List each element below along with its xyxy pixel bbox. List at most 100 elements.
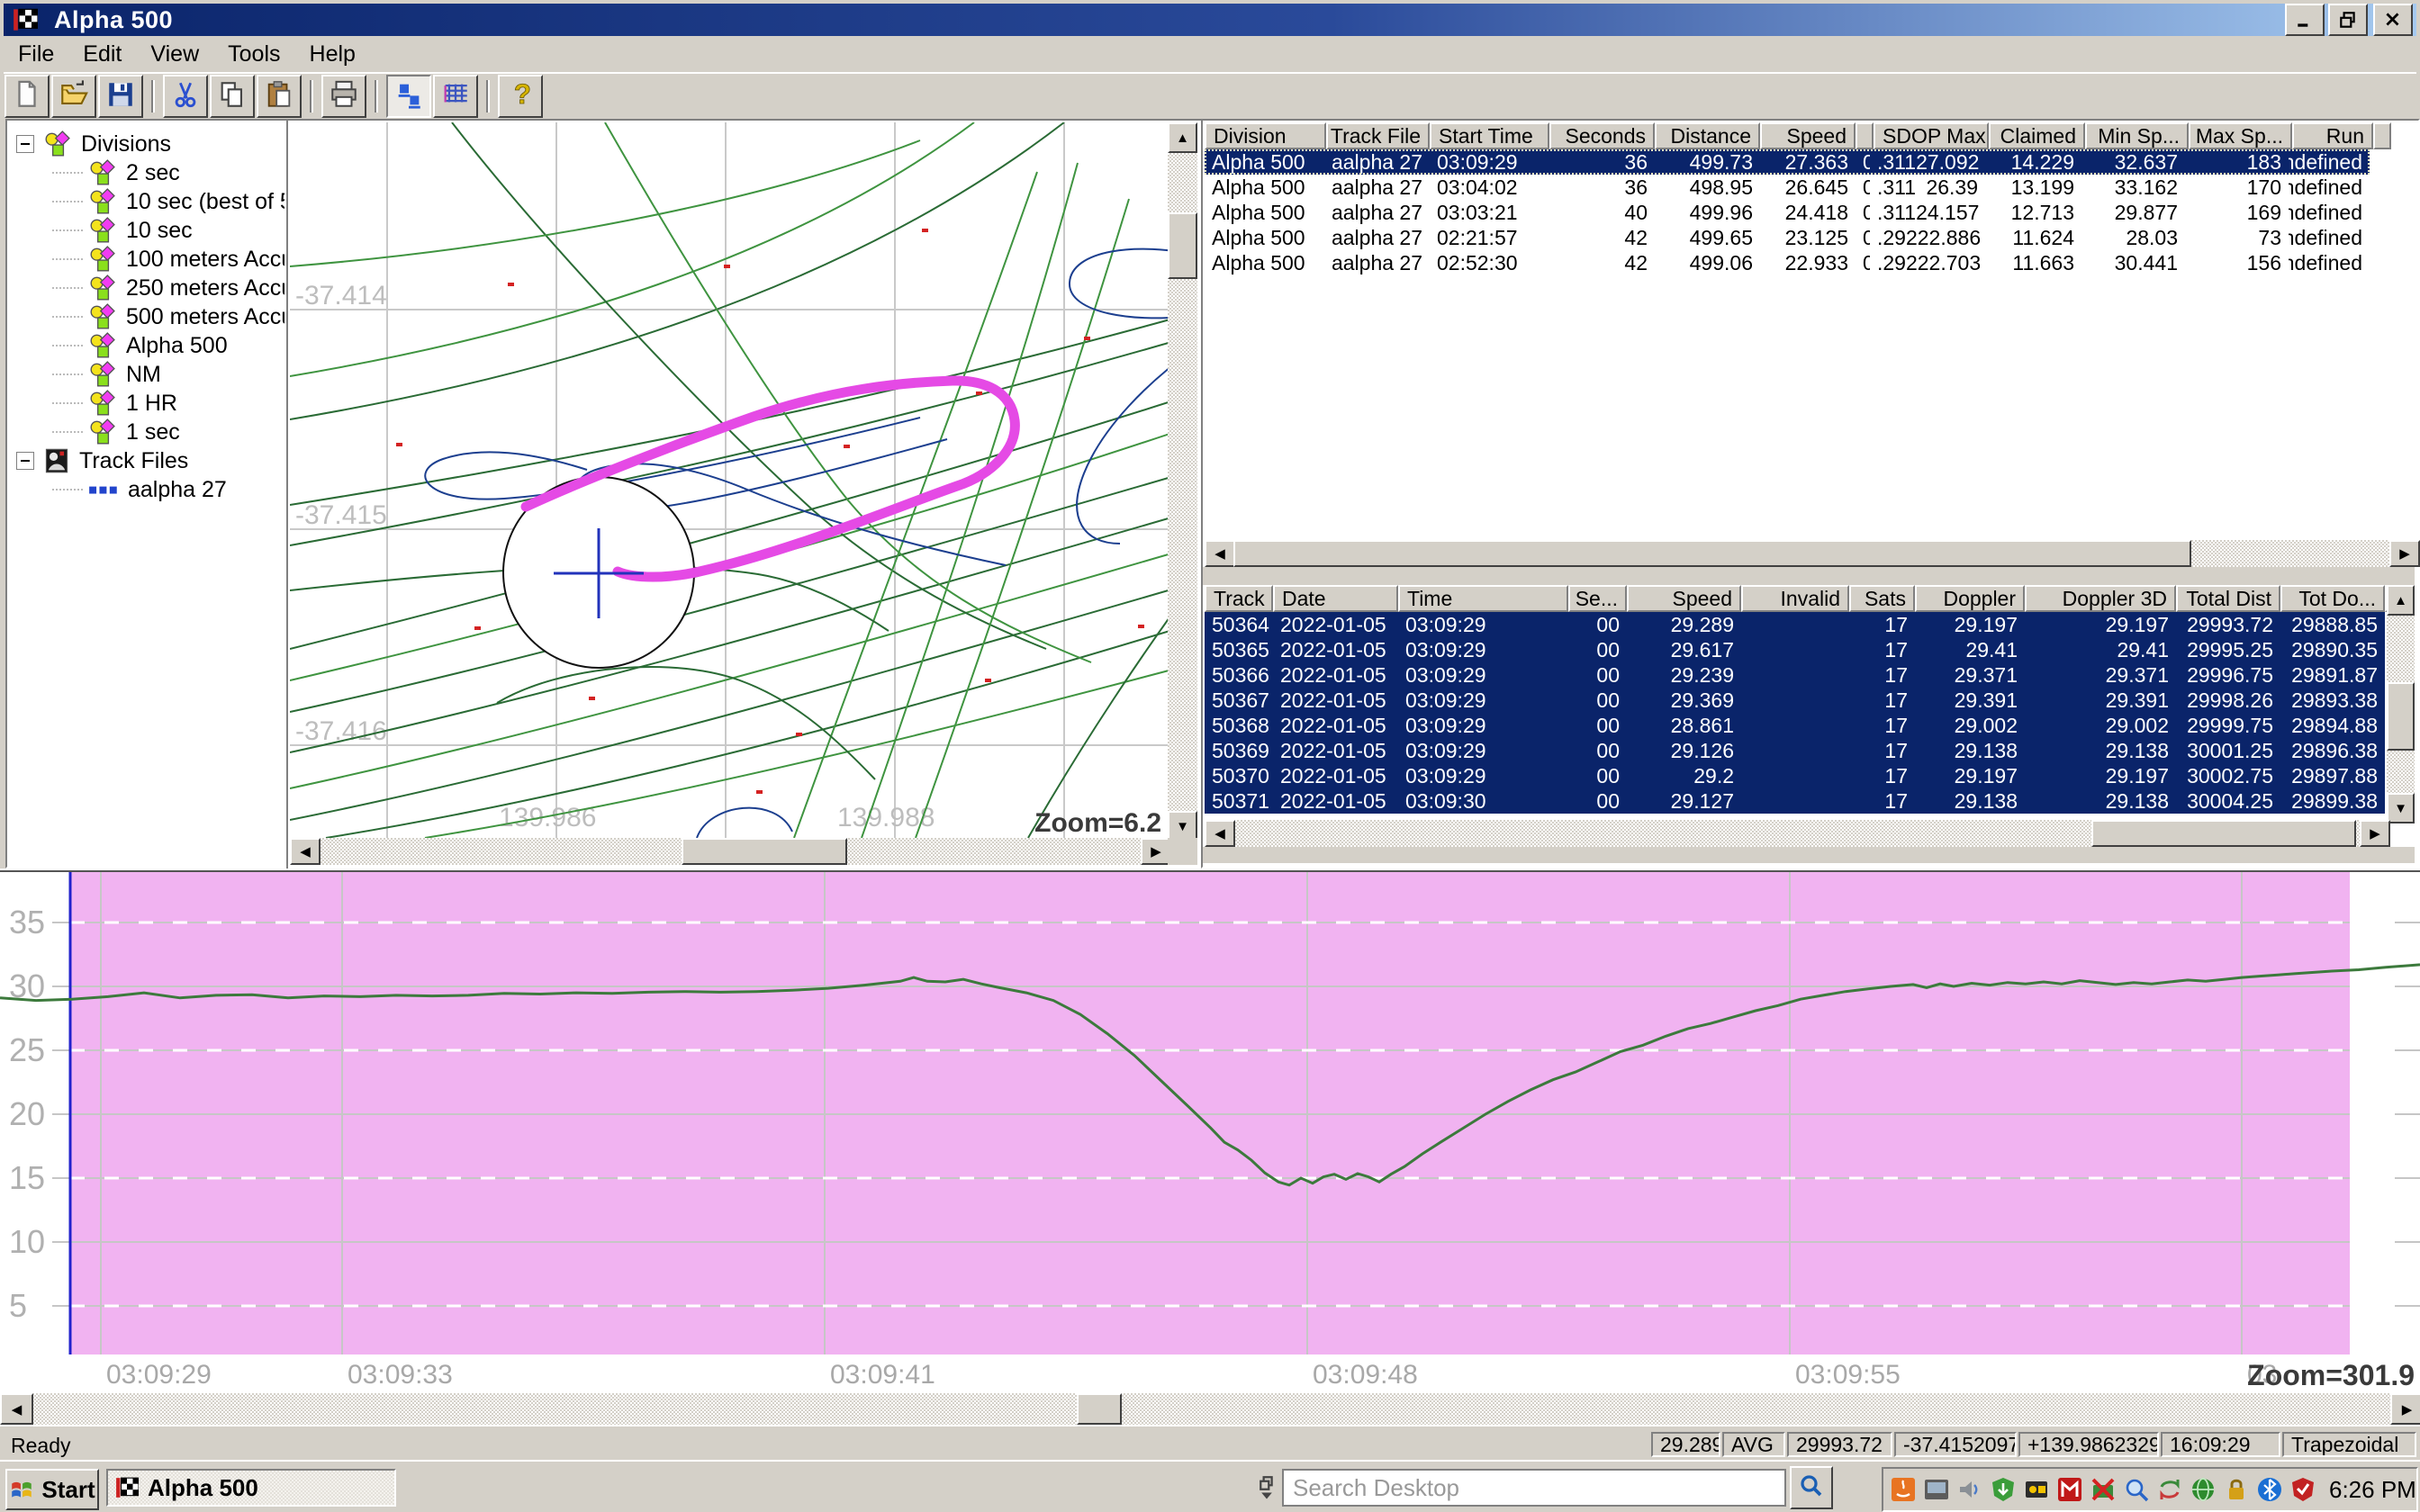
taskbar-task-alpha500[interactable]: Alpha 500	[106, 1469, 396, 1507]
tree-item-1-sec[interactable]: 1 sec	[52, 418, 180, 446]
scroll-left-button[interactable]: ◀	[0, 1393, 33, 1425]
new-button[interactable]	[5, 75, 50, 118]
column-header[interactable]: Total Dist	[2176, 585, 2280, 612]
column-header[interactable]: Time	[1398, 585, 1568, 612]
scroll-right-button[interactable]: ▶	[1141, 838, 1171, 865]
table-row[interactable]: Alpha 500aalpha 2703:03:2140499.9624.418…	[1205, 200, 2370, 225]
column-header[interactable]: Seconds	[1549, 122, 1655, 149]
scroll-right-button[interactable]: ▶	[2360, 820, 2390, 847]
column-header[interactable]: Doppler 3D	[2025, 585, 2176, 612]
network-globe-icon[interactable]	[2190, 1476, 2217, 1503]
column-header[interactable]: Sats	[1849, 585, 1915, 612]
scroll-up-button[interactable]: ▲	[1168, 122, 1197, 153]
scroll-left-button[interactable]: ◀	[1205, 820, 1235, 847]
open-button[interactable]	[51, 75, 96, 118]
column-header[interactable]: Distance	[1655, 122, 1760, 149]
column-header[interactable]: Min Sp...	[2085, 122, 2189, 149]
tree-item-1-hr[interactable]: 1 HR	[52, 389, 177, 418]
vm-icon[interactable]	[1923, 1476, 1950, 1503]
java-icon[interactable]	[1890, 1476, 1917, 1503]
column-header[interactable]: Invalid	[1741, 585, 1849, 612]
column-header[interactable]	[1856, 122, 1874, 149]
tree-item-aalpha-27[interactable]: aalpha 27	[52, 475, 227, 504]
tree-item-10-sec-best-of-5-[interactable]: 10 sec (best of 5)	[52, 187, 284, 216]
tree-item-10-sec[interactable]: 10 sec	[52, 216, 193, 245]
volume-icon[interactable]	[1956, 1476, 1983, 1503]
column-header[interactable]: Track File	[1326, 122, 1430, 149]
start-button[interactable]: Start	[5, 1469, 99, 1510]
magnifier-icon[interactable]	[2123, 1476, 2150, 1503]
menu-view[interactable]: View	[136, 38, 213, 71]
track-map-canvas[interactable]: -37.414-37.415-37.416139.986139.988Zoom=…	[290, 122, 1168, 838]
column-header[interactable]: Max Sp...	[2189, 122, 2292, 149]
scroll-down-button[interactable]: ▼	[2387, 793, 2415, 824]
panel-splitter[interactable]	[1203, 567, 2415, 585]
security-shield-icon[interactable]	[2289, 1476, 2316, 1503]
table-row[interactable]: 503672022-01-0503:09:290029.3691729.3912…	[1205, 688, 2385, 713]
scrollbar-thumb[interactable]	[682, 838, 847, 865]
deskband-handle-icon[interactable]	[1259, 1475, 1275, 1500]
save-button[interactable]	[98, 75, 143, 118]
lock-icon[interactable]	[2223, 1476, 2250, 1503]
points-vertical-scrollbar[interactable]: ▲ ▼	[2387, 585, 2415, 820]
table-row[interactable]: Alpha 500aalpha 2703:04:0236498.9526.645…	[1205, 175, 2370, 200]
table-row[interactable]: 503642022-01-0503:09:290029.2891729.1972…	[1205, 612, 2385, 637]
copy-button[interactable]	[210, 75, 255, 118]
column-header[interactable]: Doppler	[1915, 585, 2025, 612]
scrollbar-thumb[interactable]	[1077, 1393, 1122, 1425]
column-header[interactable]: Speed	[1627, 585, 1741, 612]
speed-graph-canvas[interactable]: 353025201510503:09:2903:09:3303:09:4103:…	[0, 868, 2420, 1393]
map-horizontal-scrollbar[interactable]: ◀ ▶	[290, 838, 1168, 865]
menu-tools[interactable]: Tools	[213, 38, 294, 71]
minimize-button[interactable]	[2285, 4, 2325, 36]
points-toggle-button[interactable]	[386, 75, 431, 118]
column-header[interactable]: Date	[1273, 585, 1398, 612]
bluetooth-icon[interactable]	[2256, 1476, 2283, 1503]
table-row[interactable]: 503692022-01-0503:09:290029.1261729.1382…	[1205, 738, 2385, 763]
column-header[interactable]: Se...	[1568, 585, 1627, 612]
tree-root-divisions[interactable]: Divisions	[16, 130, 171, 158]
search-button[interactable]	[1790, 1466, 1833, 1509]
help-button[interactable]: ?	[498, 75, 543, 118]
restore-button[interactable]	[2328, 4, 2368, 36]
scrollbar-thumb[interactable]	[1233, 540, 2191, 567]
tree-item-250-meters-accum[interactable]: 250 meters Accum	[52, 274, 284, 302]
column-header[interactable]: Start Time	[1430, 122, 1549, 149]
tree-item-100-meters-accum[interactable]: 100 meters Accum	[52, 245, 284, 274]
scroll-up-button[interactable]: ▲	[2387, 585, 2415, 616]
column-header[interactable]: Tot Do...	[2280, 585, 2385, 612]
tree-root-track-files[interactable]: Track Files	[16, 446, 188, 475]
column-header[interactable]: SDOP Max	[1874, 122, 1989, 149]
automation-icon[interactable]	[2023, 1476, 2050, 1503]
points-horizontal-scrollbar[interactable]: ◀ ▶	[1205, 820, 2387, 847]
column-header[interactable]: Speed	[1760, 122, 1856, 149]
scroll-right-button[interactable]: ▶	[2390, 1393, 2420, 1425]
collapse-icon[interactable]	[16, 135, 34, 153]
scroll-left-button[interactable]: ◀	[1205, 540, 1235, 567]
scrollbar-thumb[interactable]	[1168, 212, 1197, 279]
column-header[interactable]: Run	[2292, 122, 2373, 149]
table-row[interactable]: 503682022-01-0503:09:290028.8611729.0022…	[1205, 713, 2385, 738]
table-row[interactable]: Alpha 500aalpha 2702:21:5742499.6523.125…	[1205, 225, 2370, 250]
graph-horizontal-scrollbar[interactable]: ◀ ▶	[0, 1393, 2420, 1425]
tree-item-nm[interactable]: NM	[52, 360, 161, 389]
column-header[interactable]: Division	[1205, 122, 1326, 149]
update-shield-icon[interactable]	[1990, 1476, 2017, 1503]
collapse-icon[interactable]	[16, 452, 34, 470]
tree-item-2-sec[interactable]: 2 sec	[52, 158, 180, 187]
print-button[interactable]	[321, 75, 366, 118]
scrollbar-thumb[interactable]	[2387, 682, 2415, 751]
scroll-right-button[interactable]: ▶	[2389, 540, 2420, 567]
scroll-left-button[interactable]: ◀	[290, 838, 321, 865]
grid-view-button[interactable]	[433, 75, 478, 118]
tree-item-500-meters-accum[interactable]: 500 meters Accum	[52, 302, 284, 331]
speed-graph-panel[interactable]: 353025201510503:09:2903:09:3303:09:4103:…	[0, 868, 2420, 1393]
close-button[interactable]	[2373, 4, 2413, 36]
table-row[interactable]: 503652022-01-0503:09:290029.6171729.4129…	[1205, 637, 2385, 662]
tree-item-alpha-500[interactable]: Alpha 500	[52, 331, 228, 360]
map-vertical-scrollbar[interactable]: ▲ ▼	[1168, 122, 1197, 838]
scroll-down-button[interactable]: ▼	[1168, 811, 1197, 842]
search-input[interactable]	[1282, 1469, 1786, 1507]
table-row[interactable]: Alpha 500aalpha 2703:09:2936499.7327.363…	[1205, 149, 2370, 175]
paste-button[interactable]	[257, 75, 302, 118]
